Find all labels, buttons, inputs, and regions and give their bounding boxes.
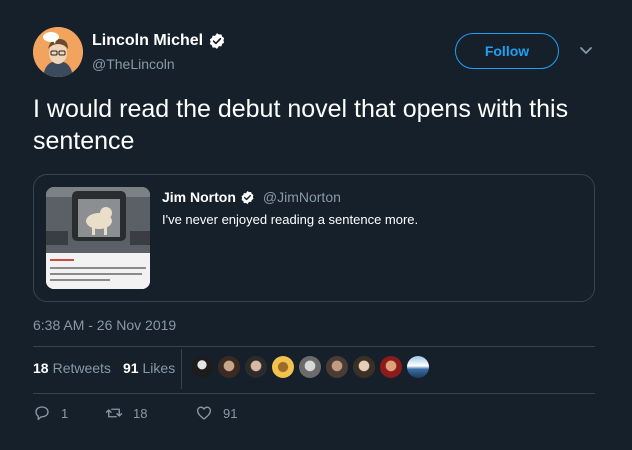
liker-avatar[interactable]: [326, 356, 348, 378]
quoted-tweet-thumbnail[interactable]: [46, 187, 150, 289]
likes-stat-label: Likes: [142, 360, 176, 376]
like-count: 91: [223, 405, 238, 421]
liker-avatars: [191, 356, 429, 378]
author-handle[interactable]: @TheLincoln: [92, 56, 175, 72]
liker-avatar[interactable]: [272, 356, 294, 378]
liker-avatar[interactable]: [218, 356, 240, 378]
quoted-tweet[interactable]: Jim Norton @JimNorton I've never enjoyed…: [33, 174, 595, 302]
reply-action[interactable]: 1: [33, 404, 105, 422]
divider: [33, 393, 595, 394]
tweet-timestamp[interactable]: 6:38 AM - 26 Nov 2019: [33, 317, 176, 333]
reply-icon[interactable]: [33, 404, 51, 422]
stats-separator: [181, 349, 182, 389]
engagement-stats: 18 Retweets 91 Likes: [33, 360, 175, 376]
liker-avatar[interactable]: [380, 356, 402, 378]
retweets-stat-count: 18: [33, 360, 49, 376]
heart-icon[interactable]: [195, 404, 213, 422]
liker-avatar[interactable]: [407, 356, 429, 378]
retweet-icon[interactable]: [105, 404, 123, 422]
action-bar: 1 18 91: [33, 404, 275, 422]
liker-avatar[interactable]: [299, 356, 321, 378]
tweet-card: Lincoln Michel @TheLincoln Follow I woul…: [0, 0, 632, 450]
quoted-tweet-text: I've never enjoyed reading a sentence mo…: [162, 212, 419, 227]
author-name-text: Lincoln Michel: [92, 32, 204, 49]
retweets-stat[interactable]: 18 Retweets: [33, 360, 111, 376]
likes-stat[interactable]: 91 Likes: [123, 360, 175, 376]
quoted-author-handle: @JimNorton: [262, 189, 341, 205]
author-display-name[interactable]: Lincoln Michel: [92, 32, 226, 50]
follow-button[interactable]: Follow: [455, 33, 559, 69]
retweet-action[interactable]: 18: [105, 404, 195, 422]
avatar-illustration: [33, 27, 83, 77]
retweets-stat-label: Retweets: [52, 360, 111, 376]
chevron-down-icon[interactable]: [578, 44, 594, 56]
like-action[interactable]: 91: [195, 404, 275, 422]
divider: [33, 346, 595, 347]
liker-avatar[interactable]: [353, 356, 375, 378]
reply-count: 1: [61, 405, 69, 421]
thumbnail-image: [46, 187, 150, 289]
liker-avatar[interactable]: [191, 356, 213, 378]
verified-badge-icon: [241, 190, 254, 204]
retweet-count: 18: [133, 405, 148, 421]
quoted-author[interactable]: Jim Norton @JimNorton: [162, 189, 341, 205]
quoted-author-name: Jim Norton: [162, 189, 236, 205]
author-avatar[interactable]: [33, 27, 83, 77]
liker-avatar[interactable]: [245, 356, 267, 378]
verified-badge-icon: [210, 33, 225, 49]
tweet-text: I would read the debut novel that opens …: [33, 95, 569, 155]
likes-stat-count: 91: [122, 360, 139, 376]
